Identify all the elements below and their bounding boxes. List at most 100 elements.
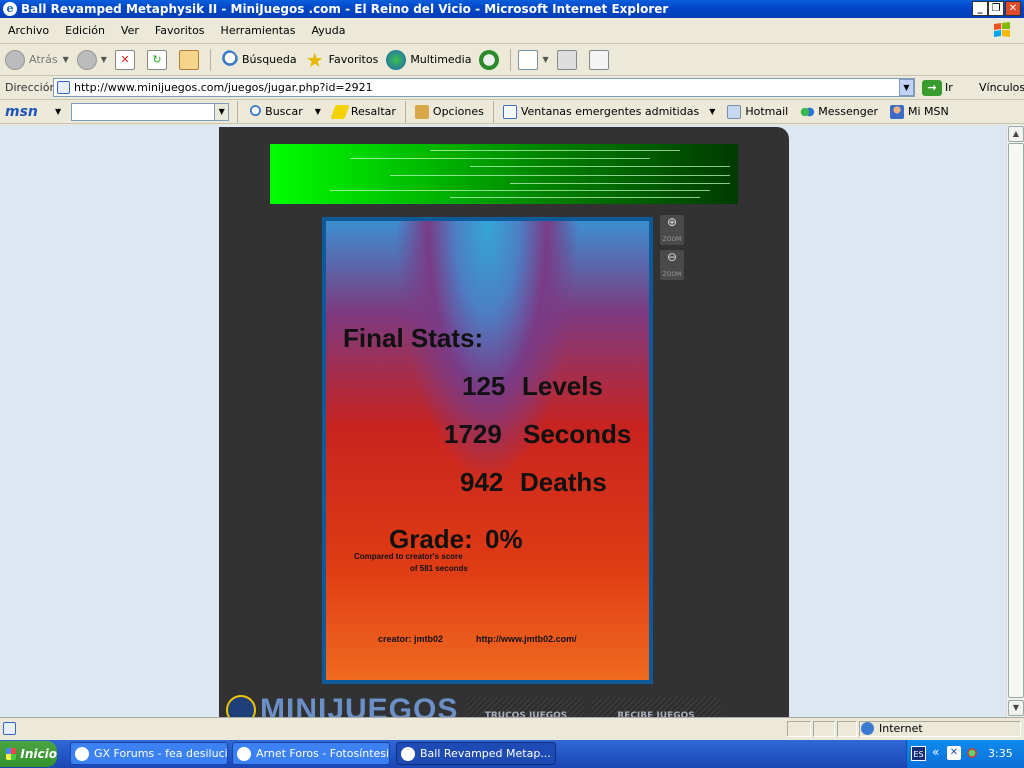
toolbar-separator	[510, 48, 512, 71]
address-bar: Dirección http://www.minijuegos.com/jueg…	[0, 76, 1024, 100]
final-stats-heading: Final Stats:	[343, 323, 484, 353]
ie-icon	[237, 746, 251, 761]
start-label: Inicio	[20, 747, 57, 761]
compare-line-2: of 581 seconds	[410, 564, 468, 573]
highlight-button[interactable]: Resaltar	[327, 104, 402, 119]
go-arrow-icon[interactable]: →	[922, 80, 942, 96]
globe-icon	[861, 722, 874, 735]
messenger-button[interactable]: Messenger	[794, 104, 884, 119]
media-button[interactable]: Multimedia	[382, 47, 475, 73]
seconds-label: Seconds	[523, 419, 632, 449]
creator-url[interactable]: http://www.jmtb02.com/	[476, 634, 577, 644]
links-button[interactable]: Vínculos	[979, 81, 1024, 94]
media-label: Multimedia	[410, 53, 472, 66]
mymsn-label: Mi MSN	[907, 105, 949, 118]
msn-search-button[interactable]: Buscar ▼	[241, 104, 327, 119]
msn-logo[interactable]: msn	[5, 104, 55, 120]
go-button[interactable]: Ir	[945, 81, 953, 94]
highlight-label: Resaltar	[350, 105, 396, 118]
tray-app-icon[interactable]: ✕	[947, 746, 961, 760]
seconds-value: 1729	[444, 419, 502, 449]
search-icon	[217, 49, 238, 70]
forward-arrow-icon	[76, 49, 97, 70]
msn-search-dropdown-icon[interactable]: ▼	[214, 103, 229, 120]
msn-dropdown-icon[interactable]: ▼	[55, 107, 61, 116]
title-bar: e Ball Revamped Metaphysik II - MiniJueg…	[0, 0, 1024, 18]
zoom-out-button[interactable]: ⊖ ZOOM	[660, 250, 684, 280]
minijuegos-logo[interactable]: MINIJUEGOS	[260, 693, 458, 717]
home-button[interactable]	[175, 47, 207, 73]
vertical-scrollbar[interactable]: ▲ ▼	[1006, 125, 1024, 717]
search-button[interactable]: Búsqueda	[214, 47, 301, 73]
page-status-icon	[3, 722, 16, 735]
stop-icon: ✕	[114, 49, 135, 70]
scroll-up-button[interactable]: ▲	[1008, 126, 1024, 142]
close-button[interactable]: ✕	[1005, 1, 1021, 16]
popups-dropdown-icon[interactable]: ▼	[709, 107, 715, 116]
popups-button[interactable]: Ventanas emergentes admitidas ▼	[497, 104, 722, 119]
refresh-icon: ↻	[146, 49, 167, 70]
mail-button[interactable]: ▼	[514, 47, 552, 73]
address-url: http://www.minijuegos.com/juegos/jugar.p…	[74, 81, 373, 94]
address-dropdown-button[interactable]: ▼	[899, 79, 914, 96]
restore-button[interactable]: ❐	[988, 1, 1004, 16]
highlighter-icon	[330, 104, 350, 119]
menu-ver[interactable]: Ver	[113, 24, 147, 37]
refresh-button[interactable]: ↻	[143, 47, 175, 73]
task-gx-forums[interactable]: GX Forums - fea desilucio...	[70, 742, 228, 765]
deaths-label: Deaths	[520, 467, 607, 497]
game-screen[interactable]: Final Stats: 125 Levels 1729 Seconds 942…	[322, 217, 653, 684]
zone-label: Internet	[879, 722, 923, 735]
minimize-button[interactable]: _	[972, 1, 988, 16]
page-icon	[57, 81, 70, 94]
start-button[interactable]: Inicio	[0, 741, 57, 767]
page-viewport[interactable]: Final Stats: 125 Levels 1729 Seconds 942…	[0, 125, 1006, 717]
zoom-in-icon: ⊕	[666, 215, 678, 229]
msn-search-label: Buscar	[265, 105, 303, 118]
menu-edicion[interactable]: Edición	[57, 24, 113, 37]
tray-expand-icon[interactable]: «	[932, 745, 939, 759]
toolbar-separator	[492, 100, 494, 123]
options-label: Opciones	[432, 105, 484, 118]
favorites-button[interactable]: ★ Favoritos	[301, 47, 383, 73]
levels-value: 125	[462, 371, 506, 401]
mymsn-button[interactable]: Mi MSN	[884, 104, 955, 119]
trucos-juegos-tab[interactable]: TRUCOS JUEGOS	[468, 697, 584, 717]
language-indicator[interactable]: ES	[911, 746, 926, 761]
task-ball-revamped[interactable]: Ball Revamped Metap...	[396, 742, 556, 765]
menu-archivo[interactable]: Archivo	[0, 24, 57, 37]
task-arnet-foros[interactable]: Arnet Foros - Fotosíntesi...	[232, 742, 390, 765]
back-button[interactable]: Atrás ▼	[0, 47, 73, 73]
taskbar: Inicio GX Forums - fea desilucio... Arne…	[0, 740, 1024, 768]
status-cell	[787, 721, 811, 737]
address-label: Dirección	[5, 81, 57, 94]
zoom-out-icon: ⊖	[666, 250, 678, 264]
toolbar-separator	[237, 100, 239, 123]
forward-dropdown-icon[interactable]: ▼	[101, 55, 107, 64]
history-button[interactable]	[475, 47, 507, 73]
print-button[interactable]	[553, 47, 585, 73]
msn-search-dropdown-icon[interactable]: ▼	[315, 107, 321, 116]
forward-button[interactable]: ▼	[73, 47, 111, 73]
mail-dropdown-icon[interactable]: ▼	[542, 55, 548, 64]
menu-bar: Archivo Edición Ver Favoritos Herramient…	[0, 18, 1024, 44]
status-cell	[813, 721, 835, 737]
print-icon	[556, 49, 577, 70]
zoom-in-button[interactable]: ⊕ ZOOM	[660, 215, 684, 245]
msn-search-input[interactable]: ▼	[71, 102, 230, 121]
menu-favoritos[interactable]: Favoritos	[147, 24, 213, 37]
address-input[interactable]: http://www.minijuegos.com/juegos/jugar.p…	[53, 78, 915, 97]
stop-button[interactable]: ✕	[111, 47, 143, 73]
recibe-juegos-tab[interactable]: RECIBE JUEGOS	[591, 697, 721, 717]
network-icon[interactable]	[964, 746, 980, 760]
task-label: Arnet Foros - Fotosíntesi...	[256, 747, 390, 760]
menu-herramientas[interactable]: Herramientas	[213, 24, 304, 37]
hotmail-button[interactable]: Hotmail	[721, 104, 794, 119]
menu-ayuda[interactable]: Ayuda	[303, 24, 353, 37]
back-dropdown-icon[interactable]: ▼	[63, 55, 69, 64]
options-button[interactable]: Opciones	[409, 104, 490, 119]
scroll-down-button[interactable]: ▼	[1008, 700, 1024, 716]
edit-button[interactable]	[585, 47, 617, 73]
scroll-thumb[interactable]	[1008, 143, 1024, 698]
ad-banner[interactable]	[270, 144, 738, 204]
